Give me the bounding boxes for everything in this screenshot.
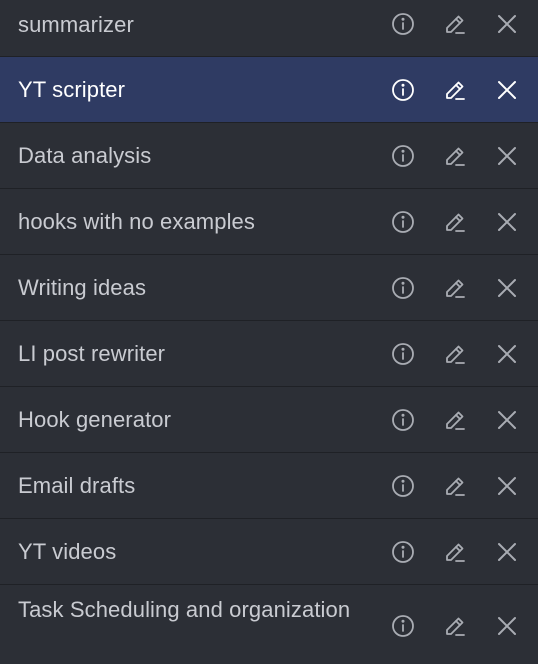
info-icon[interactable] (389, 76, 417, 104)
list-item-label: hooks with no examples (18, 209, 255, 234)
close-icon[interactable] (493, 406, 521, 434)
info-icon[interactable] (389, 208, 417, 236)
item-actions (388, 274, 528, 302)
item-actions (388, 472, 528, 500)
item-actions (388, 538, 528, 566)
item-actions (388, 612, 528, 640)
info-icon[interactable] (389, 274, 417, 302)
close-icon[interactable] (493, 274, 521, 302)
list-item[interactable]: Data analysis (0, 123, 538, 189)
pencil-icon[interactable] (441, 208, 469, 236)
item-actions (388, 406, 528, 434)
pencil-icon[interactable] (441, 142, 469, 170)
list-item-label: LI post rewriter (18, 341, 166, 366)
close-icon[interactable] (493, 10, 521, 38)
pencil-icon[interactable] (441, 406, 469, 434)
list-item-label: Data analysis (18, 143, 152, 168)
list-item[interactable]: Writing ideas (0, 255, 538, 321)
list-item-label: YT videos (18, 539, 117, 564)
list-item-selected[interactable]: YT scripter (0, 57, 538, 123)
info-icon[interactable] (389, 142, 417, 170)
pencil-icon[interactable] (441, 340, 469, 368)
info-icon[interactable] (389, 612, 417, 640)
item-actions (388, 76, 528, 104)
list-item-label: Writing ideas (18, 275, 147, 300)
list-item[interactable]: Email drafts (0, 453, 538, 519)
pencil-icon[interactable] (441, 76, 469, 104)
info-icon[interactable] (389, 406, 417, 434)
pencil-icon[interactable] (441, 538, 469, 566)
pencil-icon[interactable] (441, 472, 469, 500)
close-icon[interactable] (493, 208, 521, 236)
pencil-icon[interactable] (441, 612, 469, 640)
item-actions (388, 340, 528, 368)
list-item-label: Task Scheduling and organization (18, 597, 351, 622)
close-icon[interactable] (493, 142, 521, 170)
list-item[interactable]: Task Scheduling and organization (0, 585, 538, 664)
info-icon[interactable] (389, 340, 417, 368)
list-item-label: YT scripter (18, 77, 126, 102)
prompt-list: summarizer YT scripter Data analysis hoo… (0, 0, 538, 664)
item-actions (388, 208, 528, 236)
close-icon[interactable] (493, 612, 521, 640)
list-item[interactable]: YT videos (0, 519, 538, 585)
item-actions (388, 142, 528, 170)
close-icon[interactable] (493, 340, 521, 368)
list-item[interactable]: hooks with no examples (0, 189, 538, 255)
close-icon[interactable] (493, 538, 521, 566)
list-item-label: Email drafts (18, 473, 136, 498)
pencil-icon[interactable] (441, 274, 469, 302)
list-item[interactable]: summarizer (0, 0, 538, 57)
close-icon[interactable] (493, 76, 521, 104)
list-item[interactable]: LI post rewriter (0, 321, 538, 387)
list-item-label: summarizer (18, 12, 134, 37)
list-item[interactable]: Hook generator (0, 387, 538, 453)
info-icon[interactable] (389, 472, 417, 500)
info-icon[interactable] (389, 538, 417, 566)
info-icon[interactable] (389, 10, 417, 38)
list-item-label: Hook generator (18, 407, 172, 432)
close-icon[interactable] (493, 472, 521, 500)
pencil-icon[interactable] (441, 10, 469, 38)
item-actions (388, 10, 528, 38)
